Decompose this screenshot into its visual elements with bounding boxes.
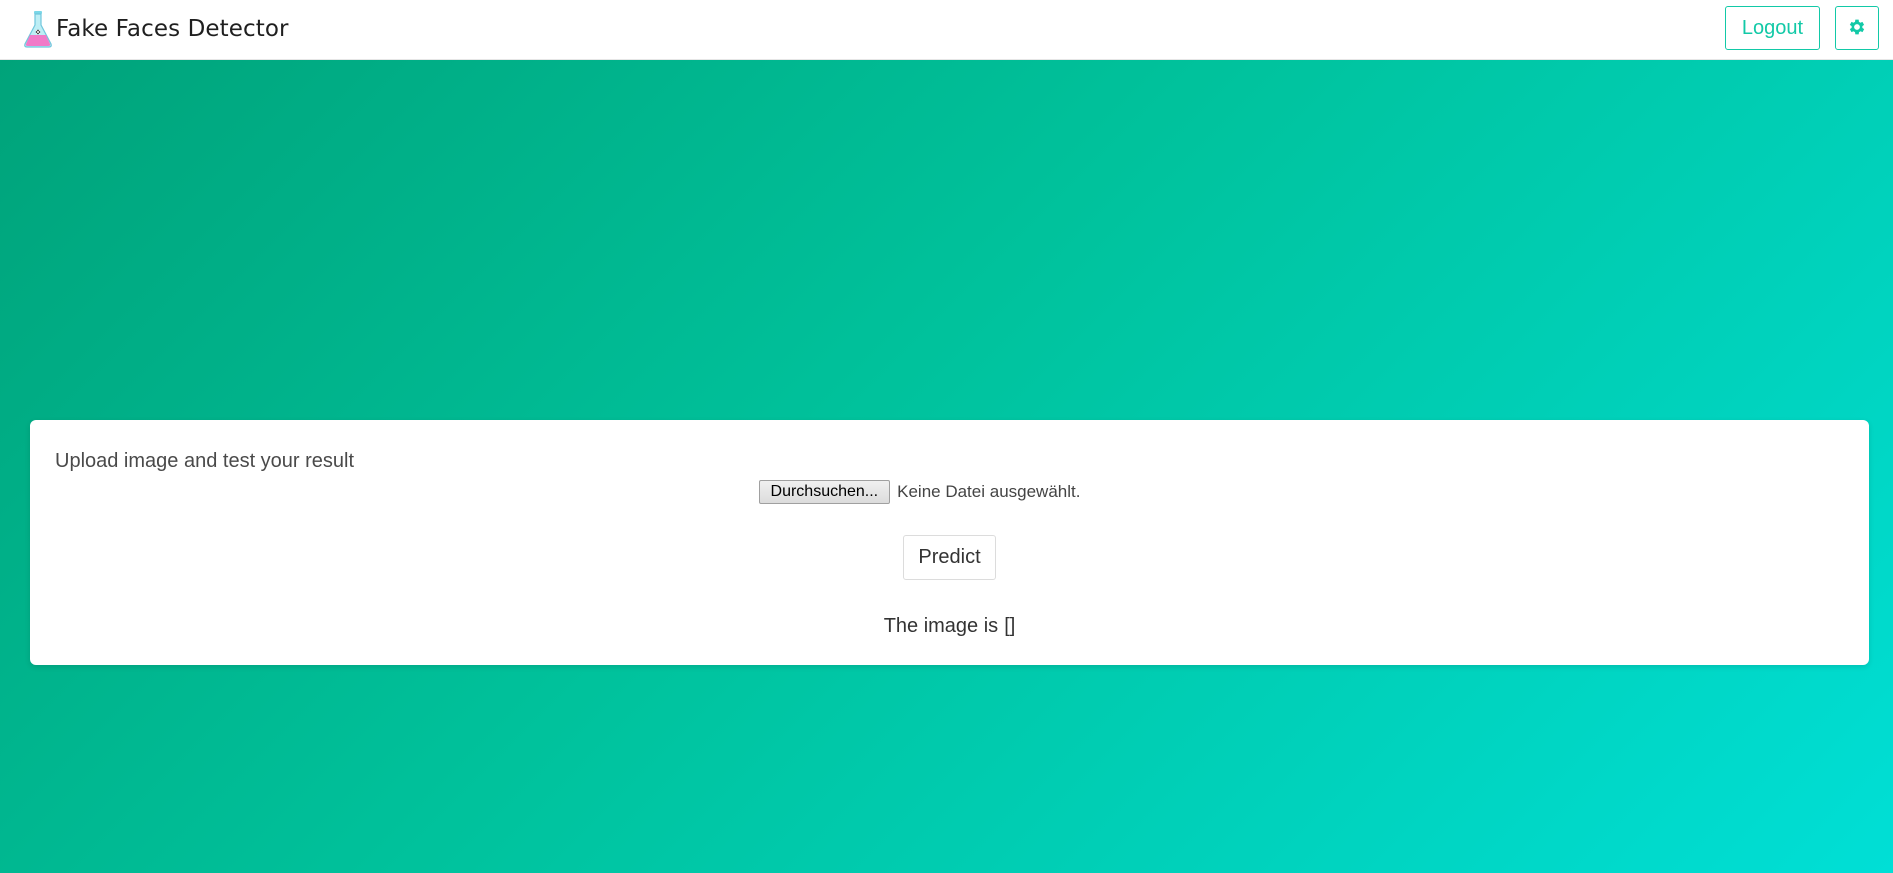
result-text: The image is [] (30, 615, 1869, 638)
gear-icon (1847, 17, 1867, 40)
result-value: [] (1004, 615, 1016, 637)
flask-icon (22, 10, 54, 48)
card-heading: Upload image and test your result (55, 450, 355, 472)
brand[interactable]: Fake Faces Detector (22, 9, 289, 49)
settings-button[interactable] (1835, 6, 1879, 50)
file-status-text: Keine Datei ausgewählt. (897, 482, 1081, 501)
browse-button[interactable]: Durchsuchen... (758, 480, 891, 504)
upload-card: Upload image and test your result Durchs… (30, 420, 1869, 665)
result-prefix: The image is (883, 615, 999, 637)
app-title: Fake Faces Detector (56, 16, 289, 42)
top-navbar: Fake Faces Detector Logout (0, 0, 1893, 60)
file-input[interactable]: Durchsuchen... Keine Datei ausgewählt. (30, 480, 1869, 504)
logout-button[interactable]: Logout (1725, 6, 1820, 50)
predict-button[interactable]: Predict (903, 535, 996, 580)
